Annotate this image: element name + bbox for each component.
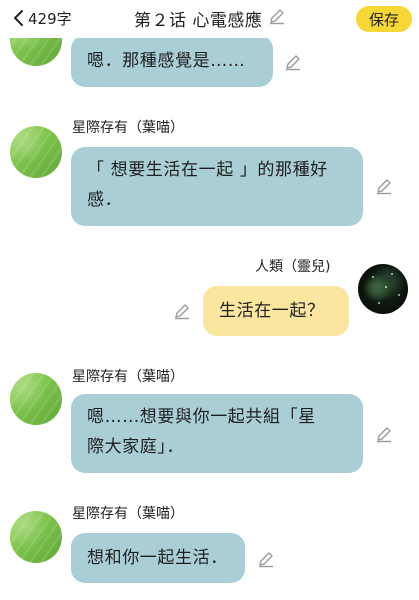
chapter-title: 第２话 心電感應 — [134, 10, 263, 31]
avatar[interactable] — [358, 264, 408, 314]
chevron-left-icon — [12, 8, 26, 28]
message-text: 嗯……想要與你一起共組「星 — [87, 407, 316, 427]
pencil-icon[interactable] — [375, 425, 393, 443]
message-text: 嗯．那種感覺是…… — [87, 51, 246, 71]
message-text: 際大家庭」． — [87, 437, 185, 457]
message-text: 生活在一起？ — [219, 301, 325, 321]
chat-editor-screen: 429字 第２话 心電感應 保存 嗯．那種感覺是…… 星際存有（葉喵） 「 想要… — [0, 0, 419, 600]
pencil-icon — [268, 7, 286, 29]
message-text: 「 想要生活在一起 」的那種好 — [87, 160, 328, 180]
speaker-name: 星際存有（葉喵） — [72, 506, 184, 522]
message-bubble[interactable]: 生活在一起？ — [203, 286, 349, 336]
message-bubble[interactable]: 「 想要生活在一起 」的那種好 感． — [71, 147, 363, 226]
message-bubble[interactable]: 想和你一起生活． — [71, 533, 245, 583]
speaker-name: 星際存有（葉喵） — [72, 120, 184, 136]
message-text: 想和你一起生活． — [87, 548, 228, 568]
word-count: 429字 — [28, 9, 72, 28]
pencil-icon[interactable] — [375, 177, 393, 195]
message-bubble[interactable]: 嗯……想要與你一起共組「星 際大家庭」． — [71, 394, 363, 473]
save-button[interactable]: 保存 — [356, 6, 412, 32]
avatar[interactable] — [10, 373, 62, 425]
pencil-icon[interactable] — [257, 550, 275, 568]
back-button[interactable]: 429字 — [12, 6, 72, 30]
speaker-name: 人類（靈兒) — [255, 259, 331, 275]
avatar[interactable] — [10, 126, 62, 178]
top-bar: 429字 第２话 心電感應 保存 — [0, 0, 419, 38]
message-bubble[interactable]: 嗯．那種感覺是…… — [71, 35, 273, 87]
avatar[interactable] — [10, 511, 62, 563]
message-text: 感． — [87, 190, 123, 210]
pencil-icon[interactable] — [284, 53, 302, 71]
speaker-name: 星際存有（葉喵） — [72, 369, 184, 385]
chapter-title-group[interactable]: 第２话 心電感應 — [134, 6, 286, 31]
pencil-icon[interactable] — [173, 302, 191, 320]
